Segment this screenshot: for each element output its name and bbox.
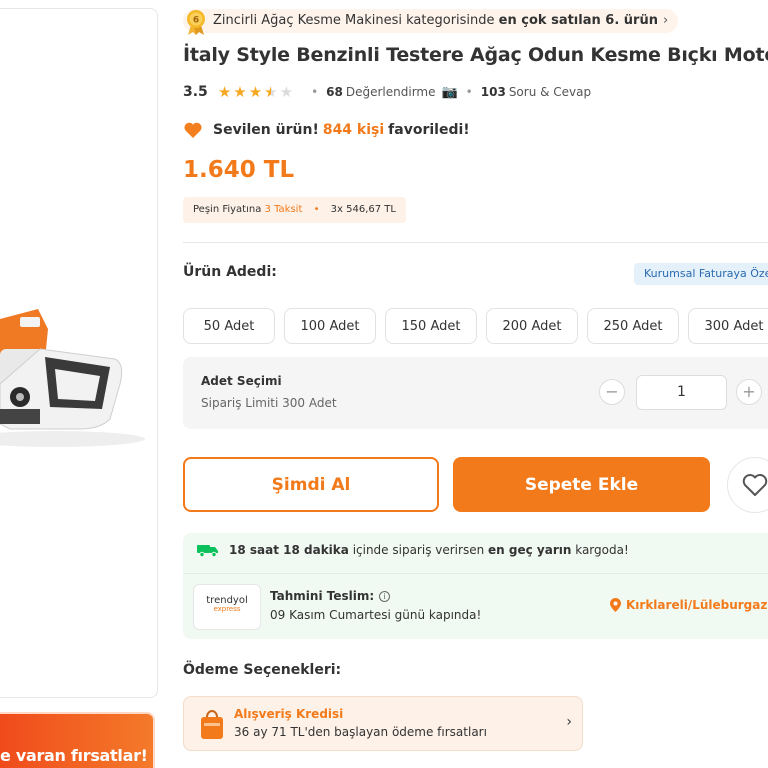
qa-link[interactable]: 103 Soru & Cevap <box>481 85 591 99</box>
quantity-option-200[interactable]: 200 Adet <box>486 308 578 344</box>
reviews-link[interactable]: 68 Değerlendirme 📷 <box>326 85 458 100</box>
estimated-delivery-label: Tahmini Teslim: i <box>270 589 391 603</box>
location-text: Kırklareli/Lüleburgaz <box>626 598 768 612</box>
heart-icon <box>184 122 202 138</box>
product-gallery[interactable] <box>0 8 158 698</box>
product-brand[interactable]: İtaly Style <box>183 44 290 66</box>
decrement-button[interactable]: − <box>599 379 625 405</box>
divider <box>183 242 768 243</box>
product-price: 1.640 TL <box>183 157 295 183</box>
favorite-info: Sevilen ürün! 844 kişi favoriledi! <box>183 119 470 141</box>
chevron-right-icon: › <box>566 714 572 730</box>
shopping-credit-card[interactable]: Alışveriş Kredisi 36 ay 71 TL'den başlay… <box>183 696 583 751</box>
delivery-countdown: 18 saat 18 dakika içinde sipariş verirse… <box>197 543 629 557</box>
corporate-invoice-badge[interactable]: Kurumsal Faturaya Öze <box>634 263 768 285</box>
installment-prefix: Peşin Fiyatına <box>193 204 262 215</box>
bestseller-highlight: en çok satılan 6. ürün <box>498 13 658 28</box>
star-icon: ★ <box>248 82 263 101</box>
quantity-option-300[interactable]: 300 Adet <box>688 308 768 344</box>
star-icon: ★ <box>264 82 278 101</box>
increment-button[interactable]: + <box>736 379 762 405</box>
delivery-text-mid: içinde sipariş verirsen <box>348 543 489 557</box>
quantity-option-250[interactable]: 250 Adet <box>587 308 679 344</box>
rating-row: 3.5 ★ ★ ★ ★ ★ • 68 Değerlendirme 📷 • 103 Soru &… <box>183 82 591 102</box>
estimated-delivery-text: Tahmini Teslim: <box>270 589 375 603</box>
estimated-delivery-date: 09 Kasım Cumartesi günü kapında! <box>270 608 482 622</box>
quantity-selection-title: Adet Seçimi <box>201 374 282 388</box>
bestseller-prefix: Zincirli Ağaç Kesme Makinesi kategorisin… <box>213 13 499 28</box>
review-label: Değerlendirme <box>345 84 436 99</box>
camera-icon: 📷 <box>441 84 458 100</box>
location-pin-icon <box>610 598 621 612</box>
installment-highlight: 3 Taksit <box>264 204 303 215</box>
separator-dot: • <box>311 85 319 99</box>
delivery-info: 18 saat 18 dakika içinde sipariş verirse… <box>183 533 768 639</box>
quantity-options: 50 Adet 100 Adet 150 Adet 200 Adet 250 A… <box>183 308 768 344</box>
add-to-cart-button[interactable]: Sepete Ekle <box>453 457 710 512</box>
logo-subtext: express <box>213 605 241 613</box>
separator-dot: • <box>465 85 473 99</box>
delivery-deadline: en geç yarın <box>488 543 572 557</box>
credit-description: 36 ay 71 TL'den başlayan ödeme fırsatlar… <box>234 725 487 739</box>
quantity-label: Ürün Adedi: <box>183 264 277 280</box>
chevron-right-icon: › <box>662 13 669 28</box>
shopping-bag-icon <box>201 710 223 739</box>
truck-icon <box>197 545 218 557</box>
favorite-prefix: Sevilen ürün! <box>213 122 319 138</box>
installment-amount: 3x 546,67 TL <box>330 204 396 215</box>
separator-dot: • <box>313 204 320 215</box>
promo-text: e varan fırsatlar! <box>0 746 148 765</box>
star-icon: ★ <box>233 82 247 101</box>
info-icon[interactable]: i <box>379 591 391 602</box>
svg-text:6: 6 <box>193 16 199 26</box>
trendyol-express-logo: trendyol express <box>193 584 261 630</box>
product-name: Benzinli Testere Ağaç Odun Kesme Bıçkı M… <box>289 44 768 66</box>
quantity-option-100[interactable]: 100 Adet <box>284 308 376 344</box>
quantity-option-150[interactable]: 150 Adet <box>385 308 477 344</box>
credit-title: Alışveriş Kredisi <box>234 707 344 721</box>
divider <box>183 573 768 574</box>
rating-score: 3.5 <box>183 84 208 100</box>
product-image[interactable] <box>0 289 150 459</box>
star-icon: ★ <box>217 82 232 101</box>
product-title: İtaly Style Benzinli Testere Ağaç Odun K… <box>183 44 768 66</box>
rating-stars: ★ ★ ★ ★ ★ <box>217 82 294 101</box>
payment-options-label: Ödeme Seçenekleri: <box>183 662 342 678</box>
quantity-input[interactable]: 1 <box>636 375 727 410</box>
delivery-location[interactable]: Kırklareli/Lüleburgaz › <box>610 598 768 612</box>
star-icon: ★ <box>279 82 294 101</box>
favorite-button[interactable] <box>727 457 768 513</box>
qa-label: Soru & Cevap <box>508 85 592 99</box>
review-count: 68 <box>326 84 343 99</box>
bestseller-badge[interactable]: 6 Zincirli Ağaç Kesme Makinesi kategoris… <box>183 9 679 35</box>
favorite-suffix: favoriledi! <box>388 122 470 138</box>
qa-count: 103 <box>480 85 506 99</box>
heart-outline-icon <box>742 474 768 496</box>
buy-now-button[interactable]: Şimdi Al <box>183 457 439 512</box>
quantity-selector-panel: Adet Seçimi Sipariş Limiti 300 Adet − 1 … <box>183 357 768 429</box>
delivery-text-end: kargoda! <box>571 543 629 557</box>
favorite-count: 844 kişi <box>322 122 385 138</box>
promo-banner[interactable]: e varan fırsatlar! <box>0 712 155 768</box>
delivery-time: 18 saat 18 dakika <box>229 543 349 557</box>
order-limit-text: Sipariş Limiti 300 Adet <box>201 396 337 410</box>
installment-info: Peşin Fiyatına 3 Taksit • 3x 546,67 TL <box>183 197 406 223</box>
quantity-option-50[interactable]: 50 Adet <box>183 308 275 344</box>
medal-icon: 6 <box>187 10 205 35</box>
